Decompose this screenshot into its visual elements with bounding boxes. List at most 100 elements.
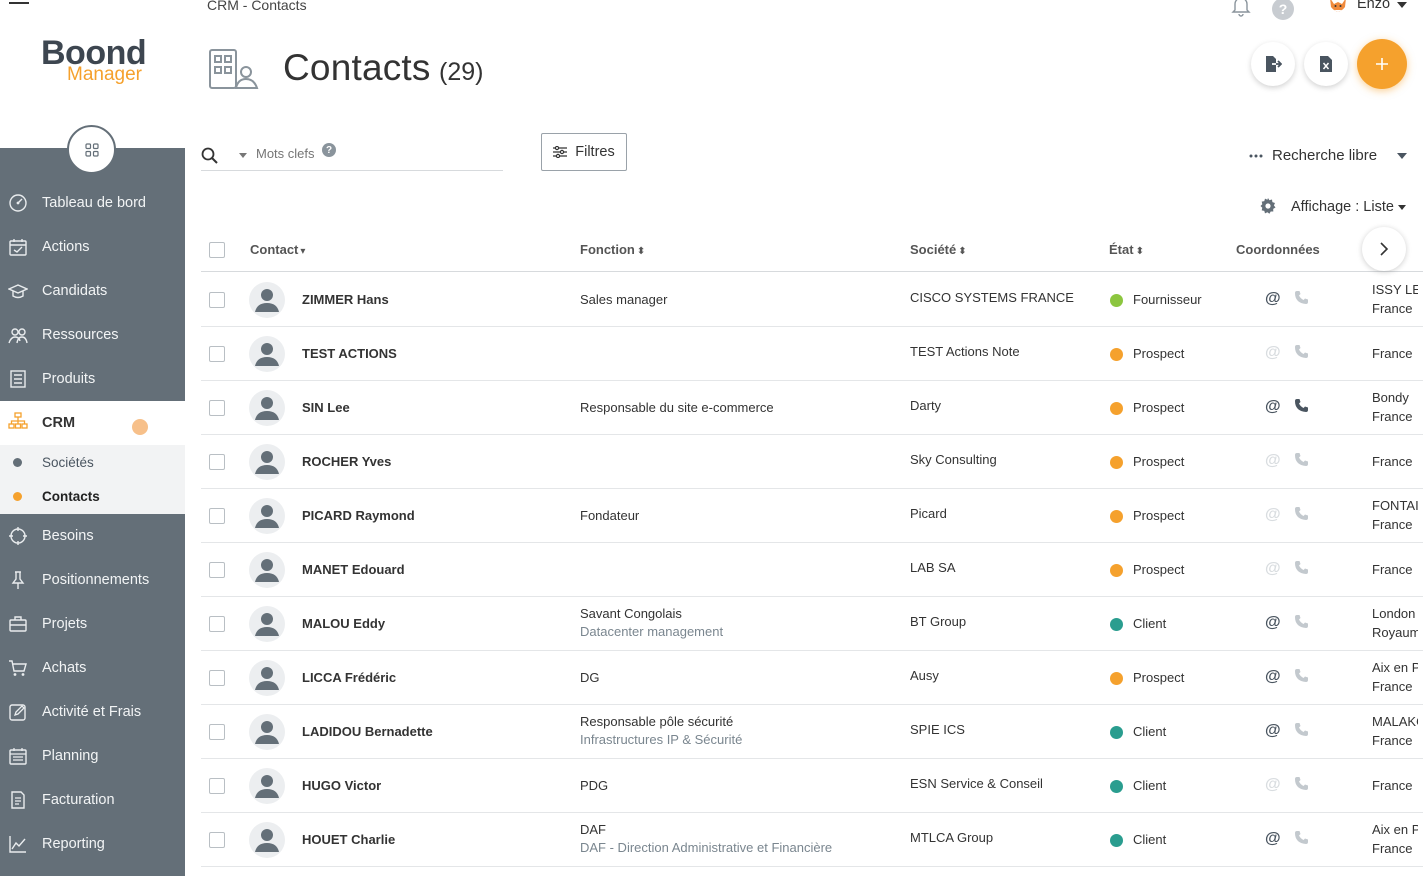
contact-name[interactable]: MALOU Eddy — [302, 616, 385, 631]
help-icon[interactable]: ? — [1272, 0, 1294, 20]
filters-button[interactable]: Filtres — [541, 133, 627, 171]
person-avatar-icon[interactable] — [249, 282, 285, 318]
phone-icon[interactable] — [1294, 398, 1309, 418]
contact-name[interactable]: LADIDOU Bernadette — [302, 724, 433, 739]
person-avatar-icon[interactable] — [249, 714, 285, 750]
row-checkbox[interactable] — [209, 670, 225, 686]
contact-company[interactable]: CISCO SYSTEMS FRANCE — [910, 290, 1074, 305]
user-avatar[interactable] — [1327, 0, 1349, 16]
next-columns-button[interactable] — [1362, 227, 1406, 271]
table-row[interactable]: TEST ACTIONS TEST Actions Note Prospect @ Fr… — [201, 327, 1423, 381]
row-checkbox[interactable] — [209, 508, 225, 524]
column-header-etat[interactable]: État ⬍ — [1109, 242, 1144, 257]
person-avatar-icon[interactable] — [249, 822, 285, 858]
contact-company[interactable]: LAB SA — [910, 560, 956, 575]
search-scope-caret-icon[interactable] — [239, 153, 247, 158]
search-icon[interactable] — [201, 147, 218, 164]
sidebar-item-positionnements[interactable]: Positionnements — [0, 558, 185, 602]
row-checkbox[interactable] — [209, 616, 225, 632]
sidebar-subitem-societes[interactable]: Sociétés — [0, 445, 185, 479]
email-icon[interactable]: @ — [1265, 830, 1281, 848]
contact-name[interactable]: SIN Lee — [302, 400, 350, 415]
user-name[interactable]: Enzo — [1357, 0, 1390, 12]
sidebar-item-projets[interactable]: Projets — [0, 602, 185, 646]
contact-name[interactable]: HOUET Charlie — [302, 832, 395, 847]
email-icon[interactable]: @ — [1265, 668, 1281, 686]
sidebar-item-crm[interactable]: CRM — [0, 401, 185, 445]
contact-name[interactable]: TEST ACTIONS — [302, 346, 397, 361]
table-row[interactable]: SIN Lee Responsable du site e-commerce Dar… — [201, 381, 1423, 435]
hamburger-menu-icon[interactable] — [9, 0, 29, 8]
contact-company[interactable]: SPIE ICS — [910, 722, 965, 737]
app-logo[interactable]: Boond Manager — [41, 36, 147, 84]
contact-name[interactable]: MANET Edouard — [302, 562, 405, 577]
row-checkbox[interactable] — [209, 778, 225, 794]
sidebar-item-activit-et-frais[interactable]: Activité et Frais — [0, 690, 185, 734]
contact-name[interactable]: PICARD Raymond — [302, 508, 415, 523]
gear-icon[interactable] — [1260, 198, 1276, 214]
sidebar-subitem-contacts[interactable]: Contacts — [0, 479, 185, 513]
person-avatar-icon[interactable] — [249, 390, 285, 426]
sidebar-item-besoins[interactable]: Besoins — [0, 514, 185, 558]
excel-export-button[interactable] — [1304, 42, 1348, 86]
sidebar-item-achats[interactable]: Achats — [0, 646, 185, 690]
person-avatar-icon[interactable] — [249, 336, 285, 372]
table-row[interactable]: ROCHER Yves Sky Consulting Prospect @ France — [201, 435, 1423, 489]
row-checkbox[interactable] — [209, 292, 225, 308]
contact-company[interactable]: Picard — [910, 506, 947, 521]
contact-company[interactable]: Sky Consulting — [910, 452, 997, 467]
contact-name[interactable]: ZIMMER Hans — [302, 292, 389, 307]
row-checkbox[interactable] — [209, 400, 225, 416]
person-avatar-icon[interactable] — [249, 552, 285, 588]
contact-company[interactable]: Darty — [910, 398, 941, 413]
row-checkbox[interactable] — [209, 562, 225, 578]
contact-company[interactable]: TEST Actions Note — [910, 344, 1020, 359]
row-checkbox[interactable] — [209, 454, 225, 470]
export-button[interactable] — [1251, 42, 1295, 86]
person-avatar-icon[interactable] — [249, 606, 285, 642]
column-header-fonction[interactable]: Fonction ⬍ — [580, 242, 645, 257]
table-row[interactable]: MANET Edouard LAB SA Prospect @ France — [201, 543, 1423, 597]
row-checkbox[interactable] — [209, 346, 225, 362]
contact-name[interactable]: HUGO Victor — [302, 778, 381, 793]
add-contact-button[interactable] — [1357, 39, 1407, 89]
notification-bell-icon[interactable] — [1229, 0, 1253, 23]
contact-name[interactable]: ROCHER Yves — [302, 454, 391, 469]
table-row[interactable]: ZIMMER Hans Sales manager CISCO SYSTEMS FR… — [201, 273, 1423, 327]
table-row[interactable]: HUGO Victor PDG ESN Service & Conseil Clien… — [201, 759, 1423, 813]
search-input[interactable] — [256, 146, 376, 161]
sidebar-item-candidats[interactable]: Candidats — [0, 269, 185, 313]
column-header-societe[interactable]: Société ⬍ — [910, 242, 967, 257]
email-icon[interactable]: @ — [1265, 614, 1281, 632]
contact-company[interactable]: Ausy — [910, 668, 939, 683]
table-row[interactable]: LICCA Frédéric DG Ausy Prospect @ Aix en P Fra… — [201, 651, 1423, 705]
user-menu-caret-icon[interactable] — [1397, 2, 1407, 8]
sidebar-item-planning[interactable]: Planning — [0, 734, 185, 778]
email-icon[interactable]: @ — [1265, 398, 1281, 416]
email-icon[interactable]: @ — [1265, 722, 1281, 740]
contact-name[interactable]: LICCA Frédéric — [302, 670, 396, 685]
contact-company[interactable]: MTLCA Group — [910, 830, 993, 845]
person-avatar-icon[interactable] — [249, 768, 285, 804]
column-header-contact[interactable]: Contact ▾ — [250, 242, 305, 257]
contact-company[interactable]: ESN Service & Conseil — [910, 776, 1043, 791]
apps-grid-button[interactable] — [67, 125, 116, 174]
sidebar-item-ressources[interactable]: Ressources — [0, 313, 185, 357]
table-row[interactable]: LADIDOU Bernadette Responsable pôle sécur… — [201, 705, 1423, 759]
person-avatar-icon[interactable] — [249, 498, 285, 534]
person-avatar-icon[interactable] — [249, 444, 285, 480]
row-checkbox[interactable] — [209, 724, 225, 740]
email-icon[interactable]: @ — [1265, 290, 1281, 308]
sidebar-item-tableau-de-bord[interactable]: Tableau de bord — [0, 181, 185, 225]
contact-company[interactable]: BT Group — [910, 614, 966, 629]
sidebar-item-produits[interactable]: Produits — [0, 357, 185, 401]
sidebar-item-actions[interactable]: Actions — [0, 225, 185, 269]
person-avatar-icon[interactable] — [249, 660, 285, 696]
row-checkbox[interactable] — [209, 832, 225, 848]
sidebar-item-reporting[interactable]: Reporting — [0, 822, 185, 866]
table-row[interactable]: PICARD Raymond Fondateur Picard Prospect @ FO… — [201, 489, 1423, 543]
table-row[interactable]: MALOU Eddy Savant Congolais Datacenter man… — [201, 597, 1423, 651]
table-row[interactable]: HOUET Charlie DAF DAF - Direction Administ… — [201, 813, 1423, 867]
sidebar-item-facturation[interactable]: Facturation — [0, 778, 185, 822]
select-all-checkbox[interactable] — [209, 242, 225, 258]
